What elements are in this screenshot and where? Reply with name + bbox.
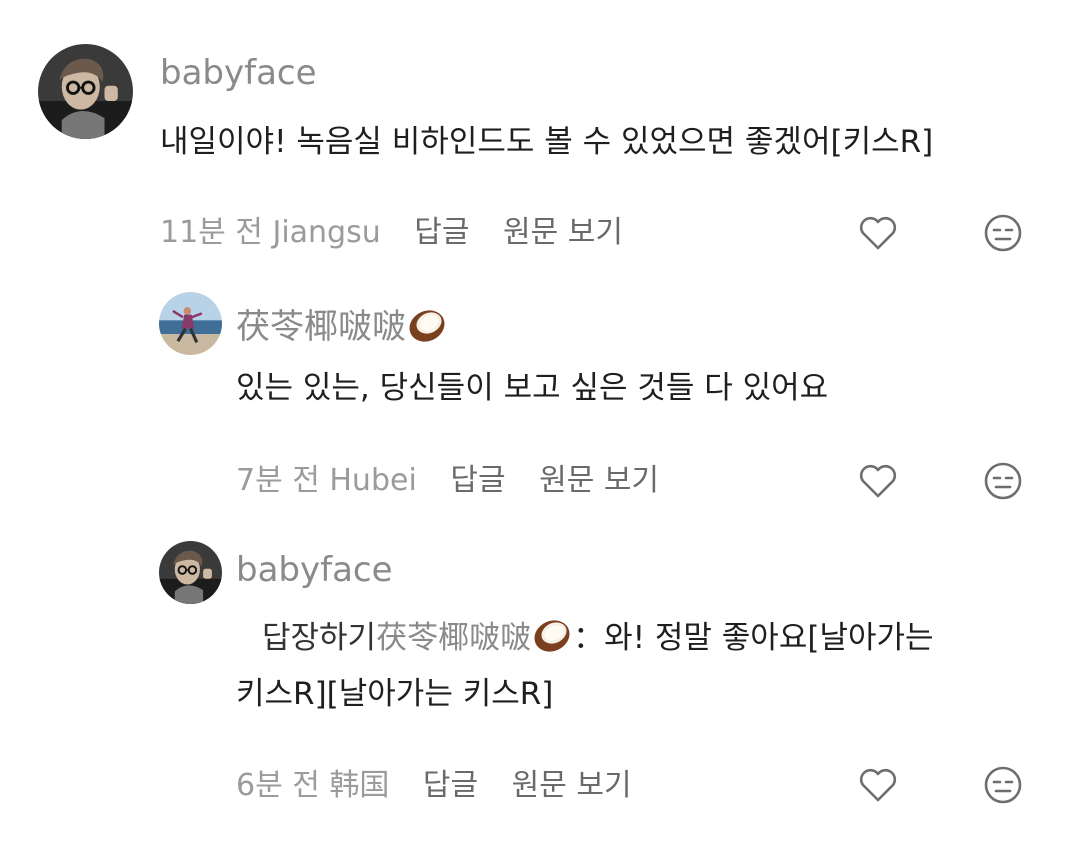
view-original-button[interactable]: 원문 보기 xyxy=(539,463,659,498)
like-button[interactable] xyxy=(856,459,900,503)
like-button[interactable] xyxy=(856,763,900,807)
avatar[interactable] xyxy=(159,292,222,355)
comment-location: Jiangsu xyxy=(272,215,381,250)
coconut-icon xyxy=(406,305,448,349)
username[interactable]: 茯苓椰啵啵 xyxy=(236,305,448,349)
heart-icon xyxy=(859,216,897,250)
comment-location: Hubei xyxy=(329,463,417,498)
comment-meta: 7분 전 Hubei 답글 원문 보기 xyxy=(236,466,659,496)
heart-icon xyxy=(859,768,897,802)
comment-time: 7분 전 xyxy=(236,463,320,498)
coconut-icon xyxy=(531,615,573,671)
view-original-button[interactable]: 원문 보기 xyxy=(512,768,632,803)
dislike-button[interactable] xyxy=(981,459,1025,503)
reply-to-username[interactable]: 茯苓椰啵啵 xyxy=(376,620,531,656)
comment-text: 내일이야! 녹음실 비하인드도 볼 수 있었으면 좋겠어[키스R] xyxy=(160,124,934,160)
reply-button[interactable]: 답글 xyxy=(414,215,469,250)
like-button[interactable] xyxy=(856,211,900,255)
comment-text: 답장하기茯苓椰啵啵 ：와! 정말 좋아요[날아가는 xyxy=(236,610,934,671)
reply-button[interactable]: 답글 xyxy=(450,463,505,498)
dislike-button[interactable] xyxy=(981,211,1025,255)
dislike-button[interactable] xyxy=(981,763,1025,807)
comment-time: 11분 전 xyxy=(160,215,263,250)
avatar[interactable] xyxy=(159,541,222,604)
username[interactable]: babyface xyxy=(236,553,393,587)
reply-button[interactable]: 답글 xyxy=(423,768,478,803)
comment-text-line2: 키스R][날아가는 키스R] xyxy=(236,676,554,712)
avatar[interactable] xyxy=(38,44,133,139)
comment-time: 6분 전 xyxy=(236,768,320,803)
comment-text: 있는 있는, 당신들이 보고 싶은 것들 다 있어요 xyxy=(236,370,829,406)
comment-text-line1: ：와! 정말 좋아요[날아가는 xyxy=(573,620,934,656)
comment-meta: 6분 전 韩国 답글 원문 보기 xyxy=(236,771,632,801)
reply-prefix: 답장하기 xyxy=(262,620,377,656)
heart-icon xyxy=(859,464,897,498)
unamused-face-icon xyxy=(984,462,1022,500)
comment-location: 韩国 xyxy=(329,768,390,803)
view-original-button[interactable]: 원문 보기 xyxy=(503,215,623,250)
comment-meta: 11분 전 Jiangsu 답글 원문 보기 xyxy=(160,218,623,248)
username[interactable]: babyface xyxy=(160,56,317,90)
unamused-face-icon xyxy=(984,214,1022,252)
unamused-face-icon xyxy=(984,766,1022,804)
